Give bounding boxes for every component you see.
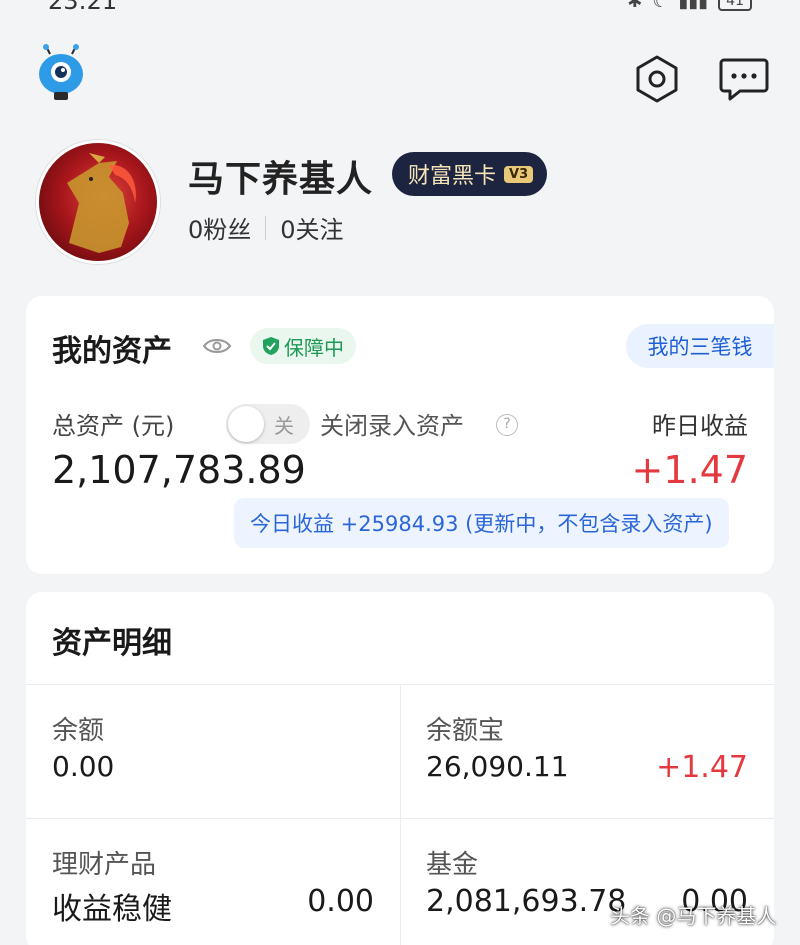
top-bar <box>0 30 800 110</box>
profile-header: 马下养基人 财富黑卡 V3 0粉丝 0关注 <box>36 140 776 270</box>
battery-icon: 41 <box>718 0 752 11</box>
protect-badge-label: 保障中 <box>284 335 344 360</box>
my-assets-card: 我的资产 保障中 我的三笔钱 总资产 (元) 关 关闭录入资产 ? 昨日收益 2… <box>26 296 774 574</box>
cell-value: 收益稳健 <box>52 892 172 927</box>
cell-label: 理财产品 <box>52 850 157 880</box>
divider <box>265 215 267 240</box>
cell-earnings: 0.00 <box>307 884 374 919</box>
assets-title: 我的资产 <box>52 334 172 369</box>
bluetooth-icon: ✱ <box>627 0 643 12</box>
total-assets-label: 总资产 (元) <box>52 412 175 440</box>
vip-badge[interactable]: 财富黑卡 V3 <box>392 152 548 196</box>
vip-level-badge: V3 <box>504 165 534 183</box>
help-icon[interactable]: ? <box>496 414 518 436</box>
shield-check-icon <box>263 337 279 355</box>
settings-hexagon-icon[interactable] <box>632 54 682 104</box>
cell-value: 2,081,693.78 <box>426 884 627 919</box>
username: 马下养基人 <box>188 159 374 200</box>
moon-icon: ☾ <box>652 0 669 12</box>
protect-badge[interactable]: 保障中 <box>250 328 356 364</box>
asset-cell-yuebao[interactable]: 余额宝 26,090.11 +1.47 <box>400 684 774 818</box>
asset-cell-wealth-products[interactable]: 理财产品 收益稳健 0.00 <box>26 818 400 945</box>
today-earnings-banner[interactable]: 今日收益 +25984.93 (更新中，不包含录入资产) <box>234 498 729 548</box>
status-time: 23:21 <box>48 0 118 15</box>
status-bar: 23:21 ✱ ☾ ▮▮▮ 41 <box>0 0 800 16</box>
follow-row: 0粉丝 0关注 <box>188 210 344 245</box>
message-icon[interactable] <box>718 52 770 104</box>
total-assets-value: 2,107,783.89 <box>52 448 306 492</box>
vip-badge-label: 财富黑卡 <box>408 164 497 189</box>
cell-value: 0.00 <box>52 750 115 783</box>
status-icons: ✱ ☾ ▮▮▮ 41 <box>627 0 752 12</box>
cell-earnings: +1.47 <box>656 750 748 785</box>
horse-avatar-icon <box>67 153 136 253</box>
record-assets-toggle[interactable]: 关 <box>226 404 310 444</box>
watermark: 头条 @马下养基人 <box>610 904 777 928</box>
cell-label: 基金 <box>426 850 479 880</box>
avatar[interactable] <box>36 140 160 264</box>
followers-count[interactable]: 0粉丝 <box>188 210 251 245</box>
yesterday-earnings-value: +1.47 <box>631 448 748 492</box>
eye-icon[interactable] <box>202 336 232 356</box>
toggle-knob <box>228 406 264 442</box>
signal-icon: ▮▮▮ <box>678 0 709 12</box>
cell-label: 余额 <box>52 716 105 746</box>
mascot-logo-icon[interactable] <box>36 44 86 102</box>
yesterday-earnings-label: 昨日收益 <box>652 412 748 440</box>
toggle-state-text: 关 <box>274 414 294 438</box>
cell-label: 余额宝 <box>426 716 505 746</box>
close-record-label: 关闭录入资产 <box>320 412 464 440</box>
asset-detail-card: 资产明细 余额 0.00 余额宝 26,090.11 +1.47 理财产品 收益… <box>26 592 774 945</box>
following-count[interactable]: 0关注 <box>280 210 343 245</box>
asset-cell-balance[interactable]: 余额 0.00 <box>26 684 400 818</box>
cell-value: 26,090.11 <box>426 750 569 783</box>
asset-detail-title: 资产明细 <box>52 626 172 661</box>
three-money-button[interactable]: 我的三笔钱 <box>626 324 774 368</box>
